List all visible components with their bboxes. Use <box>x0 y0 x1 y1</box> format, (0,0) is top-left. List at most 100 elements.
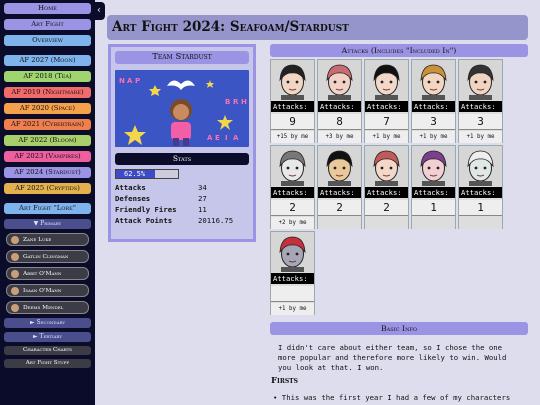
attacks-by-me: +1 by me <box>271 303 314 315</box>
character-portrait-icon <box>412 146 455 186</box>
stats-table: Attacks 34 Defenses 27 Friendly Fires 11 Attac… <box>115 182 233 226</box>
nav-year-button[interactable]: AF 2023 (Vampires) <box>4 151 91 162</box>
character-avatar-icon <box>11 269 19 278</box>
banner-letter: H <box>241 98 247 106</box>
attack-card[interactable]: Attacks: 1 <box>411 145 456 229</box>
nav-year-button[interactable]: AF 2027 (Moon) <box>4 55 91 66</box>
primary-section-toggle[interactable]: ▼ Primary <box>4 219 91 229</box>
attack-card[interactable]: Attacks: 2 <box>317 145 362 229</box>
attacks-label: Attacks: <box>318 101 361 112</box>
secondary-section-toggle[interactable]: ► Secondary <box>4 318 91 328</box>
attacks-by-me: +1 by me <box>365 131 408 143</box>
nav-year-button[interactable]: AF 2022 (Bloom) <box>4 135 91 146</box>
nav-year-button[interactable]: AF 2025 (Cryptids) <box>4 183 91 194</box>
character-charts-button[interactable]: Character Charts <box>4 346 91 355</box>
character-portrait-icon <box>459 60 502 100</box>
stat-value: 11 <box>198 205 207 214</box>
stat-key: Friendly Fires <box>115 205 177 214</box>
stat-key: Attack Points <box>115 216 173 225</box>
attack-card[interactable]: Attacks: 2 +2 by me <box>270 145 315 229</box>
attack-count: 7 <box>365 114 408 130</box>
sidebar-character-item[interactable]: Abbit O'Mann <box>6 267 89 280</box>
attacks-label: Attacks: <box>271 187 314 198</box>
stats-row: Attacks 34 <box>115 182 233 193</box>
attack-count: 2 <box>271 200 314 216</box>
banner-letter: A <box>127 77 133 85</box>
sidebar-collapse-button[interactable]: ‹ <box>93 2 105 20</box>
attacks-by-me: +2 by me <box>271 217 314 229</box>
basic-info-text: I didn't care about either team, so I ch… <box>278 343 507 372</box>
character-avatar-icon <box>11 286 19 295</box>
attacks-heading: Attacks (Includes "Included In") <box>270 44 528 57</box>
basic-info-heading: Basic Info <box>270 322 528 335</box>
attack-card[interactable]: Attacks: +1 by me <box>270 231 315 315</box>
art-fight-stuff-button[interactable]: Art Fight Stuff <box>4 359 91 368</box>
attack-card[interactable]: Attacks: 3 +1 by me <box>411 59 456 143</box>
nav-year-button[interactable]: AF 2024 (Stardust) <box>4 167 91 178</box>
attack-count <box>271 286 314 302</box>
attack-card[interactable]: Attacks: 7 +1 by me <box>364 59 409 143</box>
team-percent-bar: 62.5% <box>115 169 179 179</box>
attacks-label: Attacks: <box>459 187 502 198</box>
attacks-label: Attacks: <box>412 187 455 198</box>
stat-value: 27 <box>198 194 207 203</box>
banner-letter: P <box>135 77 141 85</box>
stat-value: 20116.75 <box>198 216 234 225</box>
character-portrait-icon <box>318 60 361 100</box>
attack-count: 1 <box>412 200 455 216</box>
firsts-list-item: • This was the first year I had a few of… <box>273 393 511 402</box>
nav-year-button[interactable]: AF 2018 (Tea) <box>4 71 91 82</box>
team-heading: Team Stardust <box>115 51 249 64</box>
character-portrait-icon <box>412 60 455 100</box>
character-list: Zane Luke Gatlin Clingman Abbit O'Mann Isaa… <box>0 233 95 314</box>
character-portrait-icon <box>271 146 314 186</box>
nav-year-button[interactable]: AF 2020 (Space) <box>4 103 91 114</box>
attack-card[interactable]: Attacks: 2 <box>364 145 409 229</box>
stat-value: 34 <box>198 183 207 192</box>
nav-year-button[interactable]: AF 2021 (Cybertrain) <box>4 119 91 130</box>
attacks-by-me: +3 by me <box>318 131 361 143</box>
attacks-by-me <box>365 217 408 229</box>
nav-year-button[interactable]: AF 2019 (Nightmare) <box>4 87 91 98</box>
character-portrait-icon <box>271 232 314 272</box>
sidebar-character-item[interactable]: Zane Luke <box>6 233 89 246</box>
attack-card[interactable]: Attacks: 8 +3 by me <box>317 59 362 143</box>
stat-key: Attacks <box>115 183 146 192</box>
banner-letter: A <box>233 134 239 142</box>
sidebar-character-item[interactable]: Deems Mendel <box>6 301 89 314</box>
attack-count: 2 <box>365 200 408 216</box>
sidebar-character-item[interactable]: Gatlin Clingman <box>6 250 89 263</box>
banner-letter: B <box>225 98 231 106</box>
attacks-by-me <box>459 217 502 229</box>
character-portrait-icon <box>459 146 502 186</box>
attacks-by-me: +15 by me <box>271 131 314 143</box>
attacks-label: Attacks: <box>271 101 314 112</box>
attack-card[interactable]: Attacks: 9 +15 by me <box>270 59 315 143</box>
stats-row: Defenses 27 <box>115 193 233 204</box>
attack-card[interactable]: Attacks: 1 <box>458 145 503 229</box>
attacks-label: Attacks: <box>412 101 455 112</box>
tertiary-section-toggle[interactable]: ► Tertiary <box>4 332 91 342</box>
nav-home-button[interactable]: Home <box>4 3 91 14</box>
banner-letter: I <box>225 134 228 142</box>
character-name: Gatlin Clingman <box>23 253 69 260</box>
character-name: Deems Mendel <box>23 304 64 311</box>
character-name: Abbit O'Mann <box>23 270 62 277</box>
attacks-by-me <box>412 217 455 229</box>
team-percent-label: 62.5% <box>124 170 146 178</box>
nav-art-fight-button[interactable]: Art Fight <box>4 19 91 30</box>
character-avatar-icon <box>11 235 19 244</box>
character-portrait-icon <box>271 60 314 100</box>
attack-card[interactable]: Attacks: 3 +1 by me <box>458 59 503 143</box>
nav-lore-button[interactable]: Art Fight "Lore" <box>4 203 91 214</box>
sidebar-character-item[interactable]: Isaan O'Mann <box>6 284 89 297</box>
attacks-by-me: +1 by me <box>459 131 502 143</box>
attacks-by-me <box>318 217 361 229</box>
firsts-heading: Firsts <box>271 376 298 386</box>
attacks-label: Attacks: <box>365 101 408 112</box>
attacks-by-me: +1 by me <box>412 131 455 143</box>
team-panel: Team Stardust N A P B R H A E I A Stats … <box>108 44 256 242</box>
character-portrait-icon <box>365 60 408 100</box>
nav-overview-button[interactable]: Overview <box>4 35 91 46</box>
sidebar: Home Art Fight Overview AF 2027 (Moon) AF… <box>0 0 95 405</box>
